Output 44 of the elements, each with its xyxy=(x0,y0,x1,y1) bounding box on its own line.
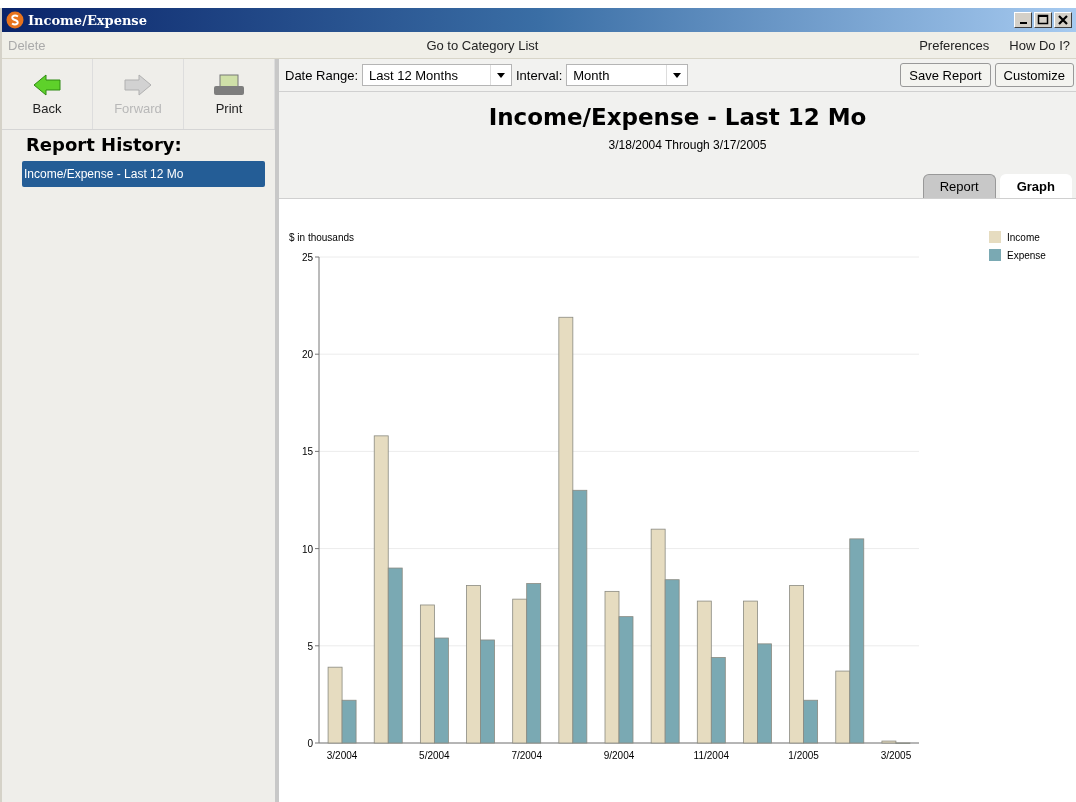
maximize-icon xyxy=(1037,14,1049,26)
action-button[interactable]: Customize xyxy=(994,63,1074,87)
menu-item[interactable]: Go to Category List xyxy=(426,37,539,53)
close-button[interactable] xyxy=(1054,12,1072,28)
history-item[interactable]: Income/Expense - Last 12 Mo xyxy=(22,161,265,187)
axis-label: 5/2004 xyxy=(419,750,450,761)
tab[interactable]: Report xyxy=(922,174,996,198)
printer-icon xyxy=(212,72,246,97)
left-arrow-icon xyxy=(32,72,62,97)
window-title: Income/Expense xyxy=(28,12,147,28)
action-button[interactable]: Save Report xyxy=(900,63,991,87)
axis-label: 3/2005 xyxy=(880,750,912,761)
section-title: Report History: xyxy=(25,133,183,157)
filter-label: Date Range: xyxy=(285,67,358,83)
filter-label: Interval: xyxy=(516,67,563,83)
axis-label: 3/2004 xyxy=(326,750,358,761)
right-arrow-icon xyxy=(123,72,153,97)
dropdown[interactable]: Last 12 Months xyxy=(362,64,512,86)
menu-item[interactable]: Preferences xyxy=(919,37,990,53)
axis-title: $ in thousands xyxy=(289,232,355,243)
axis-label: 0 xyxy=(307,738,313,749)
minimize-icon xyxy=(1019,22,1027,24)
legend-label: Expense xyxy=(1007,250,1046,261)
dropdown[interactable]: Month xyxy=(566,64,689,86)
minimize-button[interactable] xyxy=(1014,12,1032,28)
caret-icon xyxy=(673,72,682,78)
maximize-button[interactable] xyxy=(1034,12,1052,28)
tab[interactable]: Graph xyxy=(999,174,1072,198)
axis-label: 15 xyxy=(301,446,313,458)
legend-label: Income xyxy=(1007,232,1040,243)
axis-label: 5 xyxy=(307,640,313,652)
axis-label: 7/2004 xyxy=(511,750,542,761)
axis-label: 1/2005 xyxy=(788,750,819,761)
axis-label: 10 xyxy=(301,543,313,555)
close-icon xyxy=(1057,14,1069,26)
axis-label: 11/2004 xyxy=(693,750,729,761)
menu-item[interactable]: How Do I? xyxy=(1009,37,1070,53)
axis-label: 9/2004 xyxy=(603,750,635,761)
axis-label: 20 xyxy=(301,349,313,361)
app-logo-icon xyxy=(6,11,24,29)
report-title: Income/Expense - Last 12 Mo xyxy=(488,104,867,130)
caret-icon xyxy=(497,72,505,78)
axis-label: 25 xyxy=(301,252,313,263)
report-subtitle: 3/18/2004 Through 3/17/2005 xyxy=(608,138,767,152)
